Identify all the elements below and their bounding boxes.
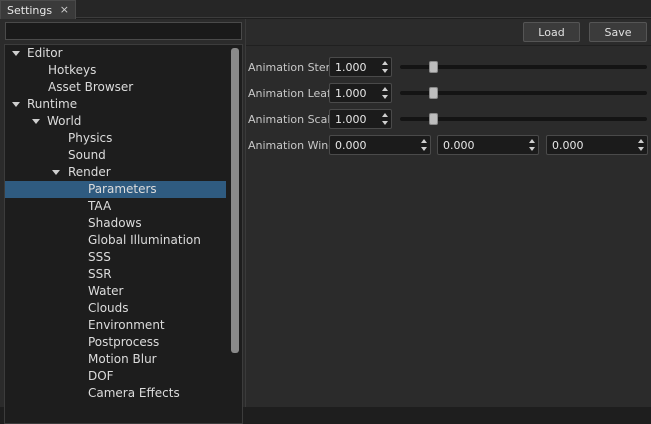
animation-scale-slider[interactable] [400, 113, 647, 125]
tree-item-postprocess[interactable]: Postprocess [5, 334, 226, 351]
param-row-animation-wind: Animation Wind 0.000 0.000 0.000 [246, 135, 651, 157]
tree-item-label: Motion Blur [88, 352, 157, 366]
save-button[interactable]: Save [589, 22, 647, 42]
tree-item-shadows[interactable]: Shadows [5, 215, 226, 232]
tree-item-camera-effects[interactable]: Camera Effects [5, 385, 226, 402]
tab-bar: Settings × [0, 0, 651, 19]
tree-item-editor[interactable]: Editor [5, 45, 226, 62]
field-value: 0.000 [335, 139, 367, 152]
tree-item-label: Shadows [88, 216, 142, 230]
tree-item-physics[interactable]: Physics [5, 130, 226, 147]
param-label: Animation Wind [248, 139, 336, 152]
tree-item-label: Water [88, 284, 124, 298]
tree-item-label: Postprocess [88, 335, 160, 349]
param-row-animation-stem: Animation Stem 1.000 [246, 57, 651, 79]
expand-arrow-icon[interactable] [52, 170, 60, 175]
tree-item-label: SSR [88, 267, 112, 281]
tree-item-label: Clouds [88, 301, 129, 315]
expand-arrow-icon[interactable] [12, 51, 20, 56]
slider-handle[interactable] [429, 87, 438, 99]
slider-handle[interactable] [429, 61, 438, 73]
animation-wind-y-field[interactable]: 0.000 [437, 135, 539, 155]
tree-item-label: DOF [88, 369, 114, 383]
slider-handle[interactable] [429, 113, 438, 125]
tree-item-label: TAA [88, 199, 112, 213]
tree-item-render[interactable]: Render [5, 164, 226, 181]
spin-down-icon[interactable] [382, 69, 388, 73]
tree-item-label: World [47, 114, 82, 128]
tree-scrollbar[interactable] [231, 48, 239, 353]
parameters-panel: Load Save Animation Stem 1.000 Animation… [245, 19, 651, 407]
spin-down-icon[interactable] [382, 95, 388, 99]
toolbar-divider [246, 45, 651, 46]
spin-up-icon[interactable] [421, 139, 427, 143]
tab-label: Settings [7, 3, 53, 17]
tab-settings[interactable]: Settings × [0, 0, 76, 19]
spin-down-icon[interactable] [529, 147, 535, 151]
animation-wind-z-field[interactable]: 0.000 [546, 135, 648, 155]
tree-item-environment[interactable]: Environment [5, 317, 226, 334]
tree-item-label: Sound [68, 148, 106, 162]
spin-up-icon[interactable] [529, 139, 535, 143]
tree-item-label: Runtime [27, 97, 78, 111]
tree-item-water[interactable]: Water [5, 283, 226, 300]
tree-item-dof[interactable]: DOF [5, 368, 226, 385]
animation-leaf-field[interactable]: 1.000 [329, 83, 392, 103]
spin-up-icon[interactable] [382, 87, 388, 91]
animation-stem-field[interactable]: 1.000 [329, 57, 392, 77]
spin-down-icon[interactable] [421, 147, 427, 151]
spin-down-icon[interactable] [382, 121, 388, 125]
tree-item-label: SSS [88, 250, 111, 264]
animation-scale-field[interactable]: 1.000 [329, 109, 392, 129]
field-value: 1.000 [335, 87, 367, 100]
field-value: 1.000 [335, 61, 367, 74]
animation-leaf-slider[interactable] [400, 87, 647, 99]
field-value: 0.000 [552, 139, 584, 152]
tree-item-label: Parameters [88, 182, 157, 196]
load-button[interactable]: Load [523, 22, 580, 42]
tree-item-motion-blur[interactable]: Motion Blur [5, 351, 226, 368]
search-input[interactable] [5, 22, 242, 40]
param-label: Animation Scale [248, 113, 338, 126]
settings-tree: Editor Hotkeys Asset Browser Runtime Wor… [4, 44, 243, 424]
tree-item-label: Render [68, 165, 111, 179]
tree-item-label: Hotkeys [48, 63, 97, 77]
tree-item-label: Editor [27, 46, 63, 60]
tree-item-label: Camera Effects [88, 386, 180, 400]
param-label: Animation Stem [248, 61, 337, 74]
animation-stem-slider[interactable] [400, 61, 647, 73]
tree-item-asset-browser[interactable]: Asset Browser [5, 79, 226, 96]
tree-item-label: Asset Browser [48, 80, 134, 94]
tree-item-hotkeys[interactable]: Hotkeys [5, 62, 226, 79]
spin-up-icon[interactable] [638, 139, 644, 143]
param-row-animation-scale: Animation Scale 1.000 [246, 109, 651, 131]
tree-item-taa[interactable]: TAA [5, 198, 226, 215]
spin-down-icon[interactable] [638, 147, 644, 151]
field-value: 1.000 [335, 113, 367, 126]
tree-item-clouds[interactable]: Clouds [5, 300, 226, 317]
animation-wind-x-field[interactable]: 0.000 [329, 135, 431, 155]
tree-item-runtime[interactable]: Runtime [5, 96, 226, 113]
param-row-animation-leaf: Animation Leaf 1.000 [246, 83, 651, 105]
tree-item-sound[interactable]: Sound [5, 147, 226, 164]
spin-up-icon[interactable] [382, 61, 388, 65]
expand-arrow-icon[interactable] [32, 119, 40, 124]
tree-item-sss[interactable]: SSS [5, 249, 226, 266]
field-value: 0.000 [443, 139, 475, 152]
tree-item-label: Environment [88, 318, 165, 332]
expand-arrow-icon[interactable] [12, 102, 20, 107]
settings-tree-panel: Editor Hotkeys Asset Browser Runtime Wor… [0, 19, 245, 424]
tree-item-ssr[interactable]: SSR [5, 266, 226, 283]
param-label: Animation Leaf [248, 87, 331, 100]
tree-item-world[interactable]: World [5, 113, 226, 130]
spin-up-icon[interactable] [382, 113, 388, 117]
tree-item-parameters[interactable]: Parameters [5, 181, 226, 198]
tree-item-label: Physics [68, 131, 113, 145]
tree-item-global-illumination[interactable]: Global Illumination [5, 232, 226, 249]
close-icon[interactable]: × [60, 3, 69, 16]
tree-item-label: Global Illumination [88, 233, 201, 247]
